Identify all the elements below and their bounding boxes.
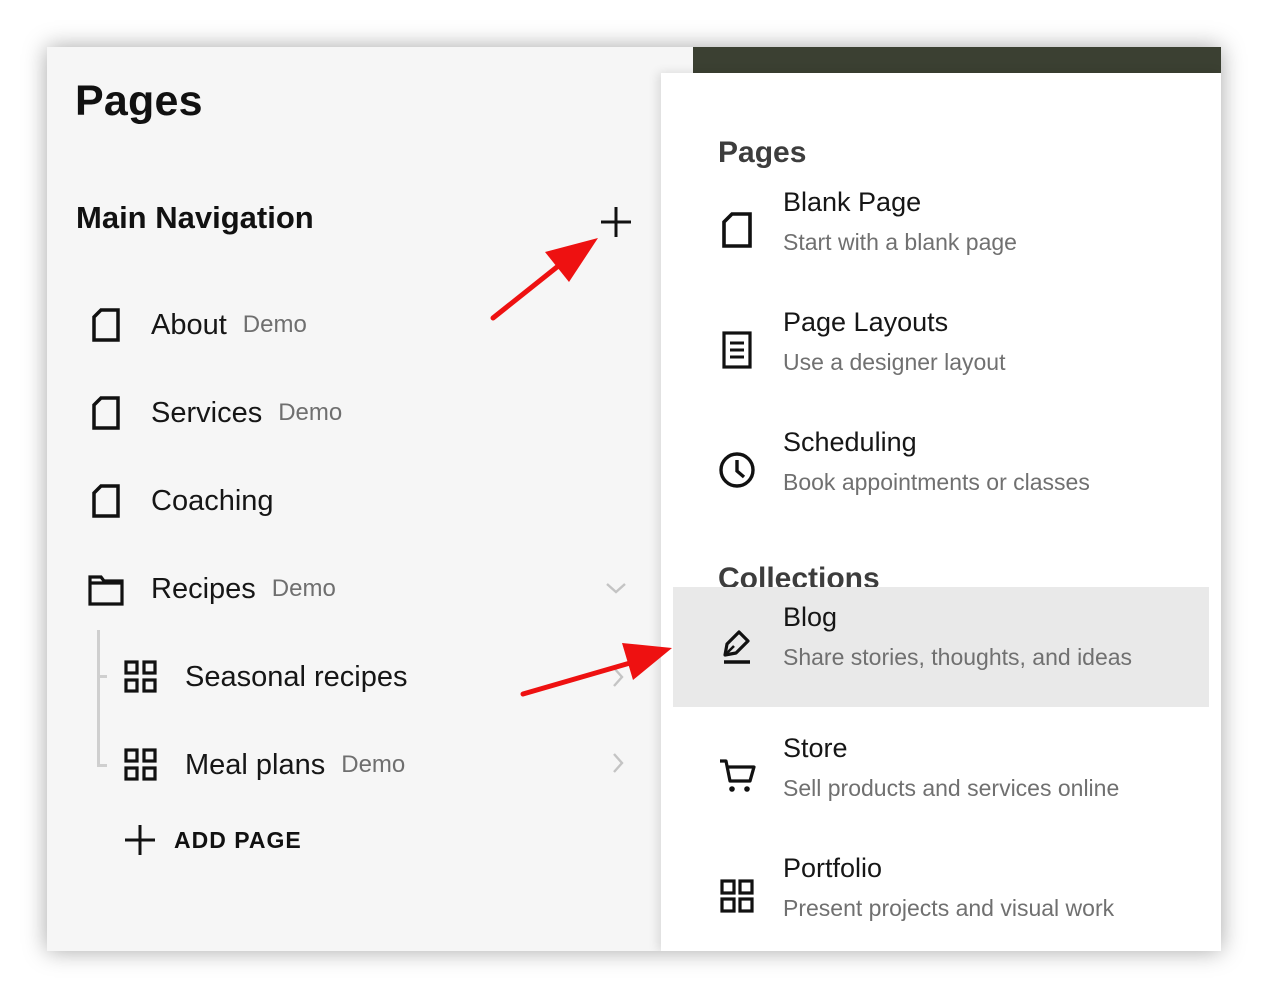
nav-item-label: Seasonal recipes — [185, 660, 408, 693]
menu-item-description: Use a designer layout — [783, 349, 1006, 375]
menu-item-portfolio[interactable]: Portfolio Present projects and visual wo… — [673, 838, 1209, 951]
clock-icon — [719, 452, 755, 488]
nav-item-label: About — [151, 308, 227, 341]
plus-icon — [125, 825, 155, 855]
tree-connector-tick — [97, 675, 107, 678]
folder-icon — [88, 575, 124, 606]
nav-item-services[interactable]: Services Demo — [88, 388, 342, 438]
nav-item-label: Services — [151, 396, 263, 429]
nav-item-label: Meal plans — [185, 748, 326, 781]
add-page-plus-button[interactable] — [599, 205, 633, 239]
nav-item-label: Recipes — [151, 572, 256, 605]
page-icon — [92, 396, 120, 430]
page-icon — [92, 484, 120, 518]
nav-item-coaching[interactable]: Coaching — [88, 476, 274, 526]
add-page-button[interactable]: ADD PAGE — [123, 820, 302, 860]
menu-item-description: Present projects and visual work — [783, 895, 1115, 921]
nav-item-label: Coaching — [151, 484, 274, 517]
app-window: Pages Main Navigation About Demo Service… — [47, 47, 1221, 951]
menu-item-store[interactable]: Store Sell products and services online — [673, 718, 1209, 838]
plus-icon — [601, 207, 631, 237]
menu-item-name: Page Layouts — [783, 307, 949, 337]
chevron-right-icon[interactable] — [606, 665, 630, 689]
demo-tag: Demo — [341, 751, 406, 778]
menu-item-description: Start with a blank page — [783, 229, 1017, 255]
menu-item-name: Blank Page — [783, 187, 922, 217]
demo-tag: Demo — [271, 575, 336, 602]
pen-icon — [723, 630, 750, 664]
add-page-menu: Pages Blank Page Start with a blank page… — [661, 73, 1221, 951]
nav-item-seasonal-recipes[interactable]: Seasonal recipes — [123, 652, 407, 702]
add-page-label: ADD PAGE — [174, 826, 302, 853]
grid-icon — [720, 879, 754, 913]
menu-item-page-layouts[interactable]: Page Layouts Use a designer layout — [673, 292, 1209, 412]
page-title: Pages — [75, 77, 203, 125]
main-navigation-title: Main Navigation — [76, 200, 314, 235]
menu-item-name: Portfolio — [783, 853, 883, 883]
menu-item-blog[interactable]: Blog Share stories, thoughts, and ideas — [673, 587, 1209, 707]
tree-connector-tick — [97, 764, 107, 767]
demo-tag: Demo — [242, 311, 307, 338]
menu-item-blank-page[interactable]: Blank Page Start with a blank page — [673, 172, 1209, 292]
menu-item-description: Sell products and services online — [783, 775, 1120, 801]
nav-item-about[interactable]: About Demo — [88, 300, 307, 350]
chevron-down-icon[interactable] — [604, 576, 628, 600]
menu-item-name: Blog — [783, 602, 838, 632]
nav-item-recipes[interactable]: Recipes Demo — [88, 564, 336, 614]
pages-section-title: Pages — [718, 136, 807, 169]
demo-tag: Demo — [278, 399, 343, 426]
top-bar — [693, 47, 1221, 73]
cart-icon — [720, 759, 756, 792]
grid-icon — [124, 748, 157, 781]
menu-item-description: Share stories, thoughts, and ideas — [783, 644, 1133, 670]
layout-icon — [722, 331, 752, 369]
tree-connector — [97, 630, 110, 767]
menu-item-name: Scheduling — [783, 427, 917, 457]
chevron-right-icon[interactable] — [606, 751, 630, 775]
menu-item-name: Store — [783, 733, 848, 763]
blank-page-icon — [722, 212, 752, 248]
page-icon — [92, 308, 120, 342]
menu-item-description: Book appointments or classes — [783, 469, 1090, 495]
grid-icon — [124, 660, 157, 693]
menu-item-scheduling[interactable]: Scheduling Book appointments or classes — [673, 412, 1209, 532]
nav-item-meal-plans[interactable]: Meal plans Demo — [123, 740, 405, 790]
